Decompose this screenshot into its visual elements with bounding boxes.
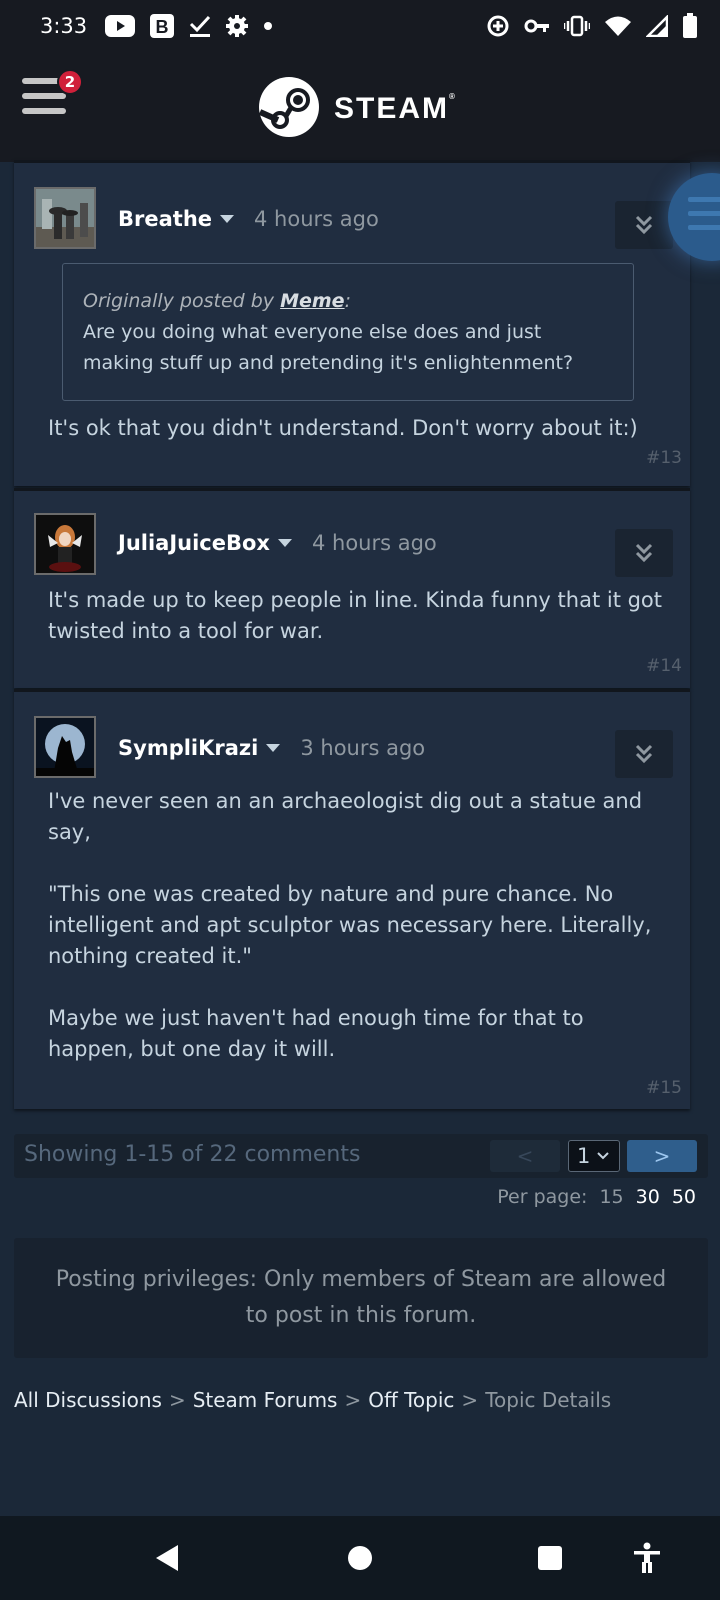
forum-post: Breathe 4 hours ago Originally posted by…: [14, 160, 690, 486]
menu-bar-icon: [22, 108, 66, 114]
next-page-button[interactable]: >: [627, 1140, 697, 1172]
menu-bar-icon: [22, 93, 66, 99]
breadcrumb-off-topic[interactable]: Off Topic: [368, 1388, 454, 1412]
double-chevron-down-icon: [635, 215, 653, 235]
per-page-selector: Per page: 15 30 50: [497, 1186, 696, 1208]
posting-privileges-notice: Posting privileges: Only members of Stea…: [14, 1238, 708, 1358]
post-number[interactable]: #15: [646, 1078, 682, 1098]
post-author[interactable]: Breathe: [118, 207, 212, 231]
b-app-icon: B: [149, 13, 175, 39]
notification-badge: 2: [57, 69, 83, 95]
data-saver-icon: [486, 14, 510, 38]
android-nav-bar: [0, 1516, 720, 1600]
breadcrumb-separator: >: [344, 1388, 362, 1412]
quote-block: Originally posted by Meme: Are you doing…: [62, 263, 634, 401]
avatar[interactable]: [34, 187, 96, 249]
status-bar: 3:33 B: [0, 0, 720, 52]
previous-page-button[interactable]: <: [490, 1140, 560, 1172]
menu-line-icon: [688, 197, 720, 202]
home-icon: [348, 1546, 372, 1570]
quote-prefix: Originally posted by: [83, 290, 281, 312]
forum-post: SympliKrazi 3 hours ago I've never seen …: [14, 689, 690, 1109]
status-time: 3:33: [40, 14, 88, 38]
accessibility-icon: [634, 1542, 660, 1573]
current-page: 1: [577, 1144, 591, 1168]
breadcrumb-all-discussions[interactable]: All Discussions: [14, 1388, 162, 1412]
post-body: It's made up to keep people in line. Kin…: [48, 588, 663, 643]
double-chevron-down-icon: [635, 543, 653, 563]
avatar[interactable]: [34, 513, 96, 575]
showing-count: Showing 1-15 of 22 comments: [24, 1142, 361, 1167]
post-number[interactable]: #14: [646, 656, 682, 676]
breadcrumb-steam-forums[interactable]: Steam Forums: [193, 1388, 338, 1412]
double-chevron-down-icon: [635, 744, 653, 764]
back-button[interactable]: [147, 1538, 187, 1578]
menu-line-icon: [688, 225, 720, 230]
quote-attribution: Originally posted by Meme:: [83, 286, 613, 317]
recents-icon: [538, 1546, 562, 1570]
check-download-icon: [189, 14, 211, 38]
chevron-down-icon: [597, 1152, 610, 1160]
post-number[interactable]: #13: [646, 448, 682, 468]
recents-button[interactable]: [530, 1538, 570, 1578]
quote-text: Are you doing what everyone else does an…: [83, 321, 574, 374]
steam-logo-text: STEAM®: [334, 92, 455, 126]
vibrate-icon: [564, 15, 590, 37]
quoted-author-link[interactable]: Meme: [280, 290, 344, 312]
post-author-line: Breathe 4 hours ago: [118, 207, 379, 231]
trademark-symbol: ®: [449, 92, 455, 101]
youtube-icon: [105, 15, 136, 37]
per-page-label: Per page:: [497, 1186, 588, 1208]
post-paragraph: "This one was created by nature and pure…: [48, 882, 652, 968]
avatar[interactable]: [34, 716, 96, 778]
dot-icon: [263, 21, 273, 31]
menu-line-icon: [688, 211, 720, 216]
post-timestamp: 3 hours ago: [300, 736, 426, 760]
vpn-key-icon: [524, 18, 550, 34]
pagination-bar: Showing 1-15 of 22 comments < 1 >: [14, 1134, 708, 1178]
post-paragraph: I've never seen an an archaeologist dig …: [48, 789, 643, 844]
breadcrumb-current: Topic Details: [485, 1388, 612, 1412]
expand-post-button[interactable]: [615, 529, 673, 577]
breadcrumb-separator: >: [168, 1388, 186, 1412]
forum-post: JuliaJuiceBox 4 hours ago It's made up t…: [14, 488, 690, 688]
wifi-icon: [604, 15, 632, 37]
post-timestamp: 4 hours ago: [311, 531, 437, 555]
per-page-option-30[interactable]: 30: [636, 1186, 660, 1208]
post-body: I've never seen an an archaeologist dig …: [48, 786, 670, 1065]
chevron-down-icon[interactable]: [266, 744, 281, 752]
post-author-line: JuliaJuiceBox 4 hours ago: [118, 531, 437, 555]
settings-icon: [225, 14, 249, 38]
breadcrumb: All Discussions > Steam Forums > Off Top…: [14, 1388, 611, 1412]
svg-text:B: B: [156, 17, 169, 37]
expand-post-button[interactable]: [615, 201, 673, 249]
back-icon: [156, 1545, 178, 1571]
quote-suffix: :: [344, 290, 351, 312]
expand-post-button[interactable]: [615, 730, 673, 778]
accessibility-button[interactable]: [627, 1538, 667, 1578]
breadcrumb-separator: >: [461, 1388, 479, 1412]
per-page-option-15[interactable]: 15: [599, 1186, 623, 1208]
post-author-line: SympliKrazi 3 hours ago: [118, 736, 425, 760]
page-select[interactable]: 1: [568, 1140, 620, 1172]
steam-logo-icon: [258, 76, 320, 142]
post-author[interactable]: SympliKrazi: [118, 736, 258, 760]
post-timestamp: 4 hours ago: [254, 207, 379, 231]
steam-logo[interactable]: STEAM®: [258, 76, 455, 142]
battery-icon: [682, 13, 698, 39]
chevron-down-icon[interactable]: [220, 215, 235, 223]
chevron-down-icon[interactable]: [277, 539, 292, 547]
post-author[interactable]: JuliaJuiceBox: [118, 531, 270, 555]
steam-wordmark: STEAM: [334, 92, 449, 125]
per-page-option-50[interactable]: 50: [672, 1186, 696, 1208]
home-button[interactable]: [340, 1538, 380, 1578]
post-paragraph: Maybe we just haven't had enough time fo…: [48, 1006, 584, 1061]
post-body: It's ok that you didn't understand. Don'…: [48, 416, 638, 440]
signal-icon: [646, 15, 668, 37]
